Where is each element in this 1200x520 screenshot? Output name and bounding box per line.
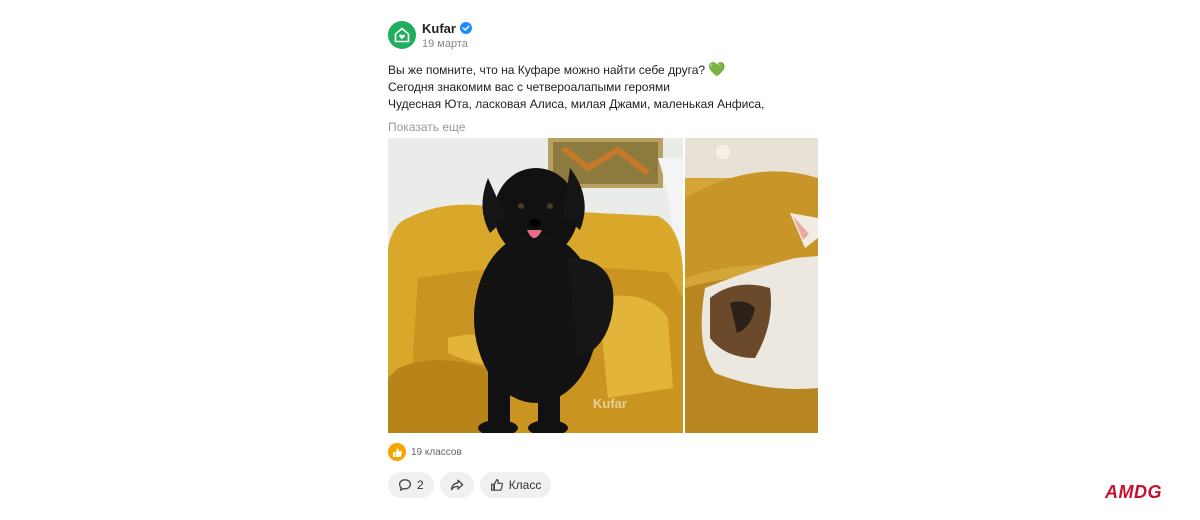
post-text: Вы же помните, что на Куфаре можно найти…: [388, 61, 818, 113]
post-actions: 2 Класс: [388, 472, 552, 498]
post-text-line-1: Вы же помните, что на Куфаре можно найти…: [388, 63, 706, 77]
post-text-line: Вы же помните, что на Куфаре можно найти…: [388, 61, 818, 79]
photo-gallery: Kufar: [388, 138, 818, 433]
comments-count: 2: [417, 478, 424, 492]
post-text-line-3: Чудесная Юта, ласковая Алиса, милая Джам…: [388, 97, 765, 111]
photo-dog[interactable]: Kufar: [388, 138, 683, 433]
brand-logo: AMDG: [1105, 482, 1162, 502]
author-row: Kufar: [422, 20, 472, 36]
show-more-link[interactable]: Показать еще: [388, 120, 465, 134]
share-button[interactable]: [439, 472, 474, 498]
like-label: Класс: [508, 478, 542, 492]
author-block: Kufar 19 марта: [422, 20, 472, 50]
post-date[interactable]: 19 марта: [422, 38, 472, 50]
green-heart-emoji: 💚: [708, 61, 726, 77]
post-card: Kufar 19 марта Вы же помните, что на Куф…: [388, 18, 818, 498]
photo-watermark: Kufar: [593, 396, 627, 411]
like-badge-icon: [388, 443, 406, 461]
author-name[interactable]: Kufar: [422, 21, 456, 36]
like-button[interactable]: Класс: [479, 472, 552, 498]
avatar[interactable]: [388, 21, 416, 49]
reactions-count: 19 классов: [411, 446, 462, 458]
house-heart-icon: [394, 27, 410, 43]
share-arrow-icon: [450, 479, 463, 491]
verified-badge-icon: [459, 22, 472, 34]
comments-button[interactable]: 2: [388, 472, 434, 498]
thumbs-up-icon: [490, 479, 503, 491]
photo-cat[interactable]: [685, 138, 818, 433]
post-header: Kufar 19 марта: [388, 18, 818, 52]
reactions-row[interactable]: 19 классов: [388, 443, 462, 461]
post-text-line-2: Сегодня знакомим вас с четвероалапыми ге…: [388, 80, 670, 94]
comment-icon: [398, 479, 412, 491]
